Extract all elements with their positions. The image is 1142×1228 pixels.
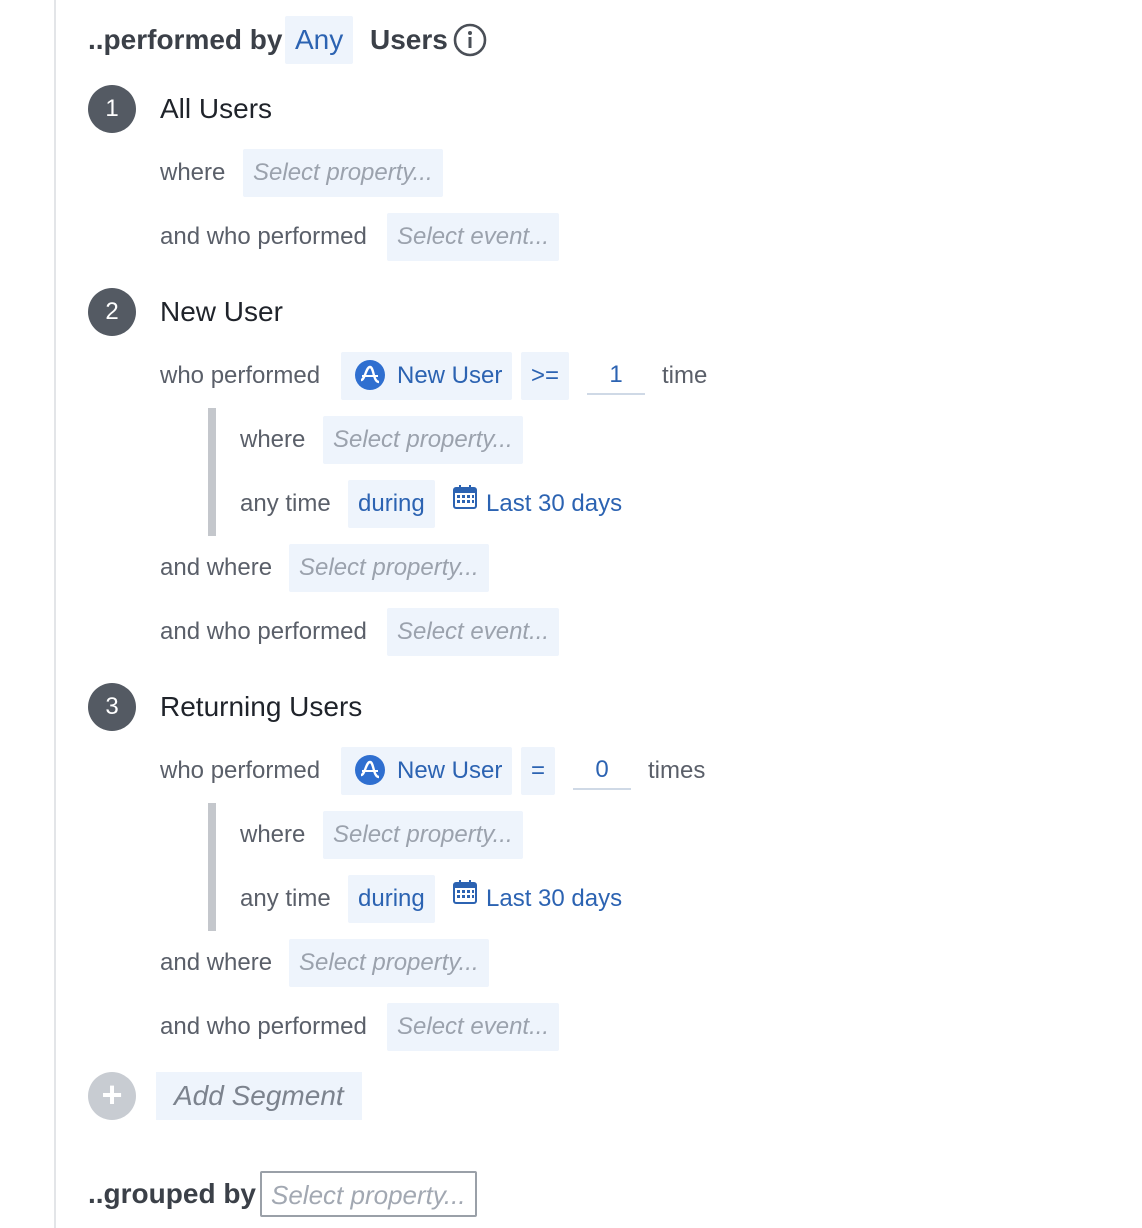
time-mode-dropdown[interactable]: during (348, 875, 435, 923)
calendar-icon (452, 479, 478, 527)
calendar-icon (452, 874, 478, 922)
amplitude-event-icon (355, 359, 385, 390)
where-label: where (240, 821, 306, 848)
operator-dropdown[interactable]: = (521, 747, 556, 795)
and-who-performed-label: and who performed (160, 223, 367, 250)
count-unit-label: time (662, 362, 708, 389)
segment-number-badge: 2 (88, 288, 136, 336)
event-property-select[interactable]: Select property... (323, 416, 523, 464)
performed-by-label: ..performed by (88, 24, 283, 55)
segment-number-badge: 1 (88, 85, 136, 133)
date-range-picker[interactable]: Last 30 days (452, 480, 622, 529)
event-filter-bracket (208, 408, 216, 536)
and-who-performed-label: and who performed (160, 618, 367, 645)
date-range-text: Last 30 days (486, 490, 623, 517)
event-name: New User (397, 757, 503, 784)
event-select[interactable]: Select event... (387, 1003, 560, 1051)
segment-name[interactable]: New User (160, 288, 283, 336)
grouped-by-label: ..grouped by (88, 1178, 256, 1209)
user-scope-dropdown[interactable]: Any (285, 16, 354, 64)
and-where-label: and where (160, 949, 273, 976)
panel-left-border (54, 0, 56, 1228)
event-property-select[interactable]: Select property... (323, 811, 523, 859)
who-performed-label: who performed (160, 757, 321, 784)
time-mode-dropdown[interactable]: during (348, 480, 435, 528)
group-by-property-select[interactable]: Select property... (260, 1171, 477, 1217)
any-time-label: any time (240, 490, 331, 517)
add-segment-plus-icon[interactable]: + (88, 1072, 136, 1120)
count-input[interactable]: 1 (587, 355, 645, 395)
where-label: where (160, 159, 226, 186)
add-segment-button[interactable]: Add Segment (156, 1072, 362, 1120)
and-who-performed-label: and who performed (160, 1013, 367, 1040)
property-select[interactable]: Select property... (289, 544, 489, 592)
segment-name[interactable]: Returning Users (160, 683, 362, 731)
users-label: Users (370, 24, 448, 55)
and-where-label: and where (160, 554, 273, 581)
event-chip[interactable]: New User (341, 352, 513, 400)
event-select[interactable]: Select event... (387, 608, 560, 656)
count-input[interactable]: 0 (573, 750, 631, 790)
date-range-text: Last 30 days (486, 885, 623, 912)
event-filter-bracket (208, 803, 216, 931)
operator-dropdown[interactable]: >= (521, 352, 570, 400)
count-unit-label: times (648, 757, 706, 784)
amplitude-event-icon (355, 754, 385, 785)
segment-number-badge: 3 (88, 683, 136, 731)
property-select[interactable]: Select property... (243, 149, 443, 197)
any-time-label: any time (240, 885, 331, 912)
event-chip[interactable]: New User (341, 747, 513, 795)
property-select[interactable]: Select property... (289, 939, 489, 987)
segment-name[interactable]: All Users (160, 85, 272, 133)
who-performed-label: who performed (160, 362, 321, 389)
date-range-picker[interactable]: Last 30 days (452, 875, 622, 924)
info-icon[interactable] (453, 23, 487, 62)
where-label: where (240, 426, 306, 453)
event-name: New User (397, 362, 503, 389)
event-select[interactable]: Select event... (387, 213, 560, 261)
